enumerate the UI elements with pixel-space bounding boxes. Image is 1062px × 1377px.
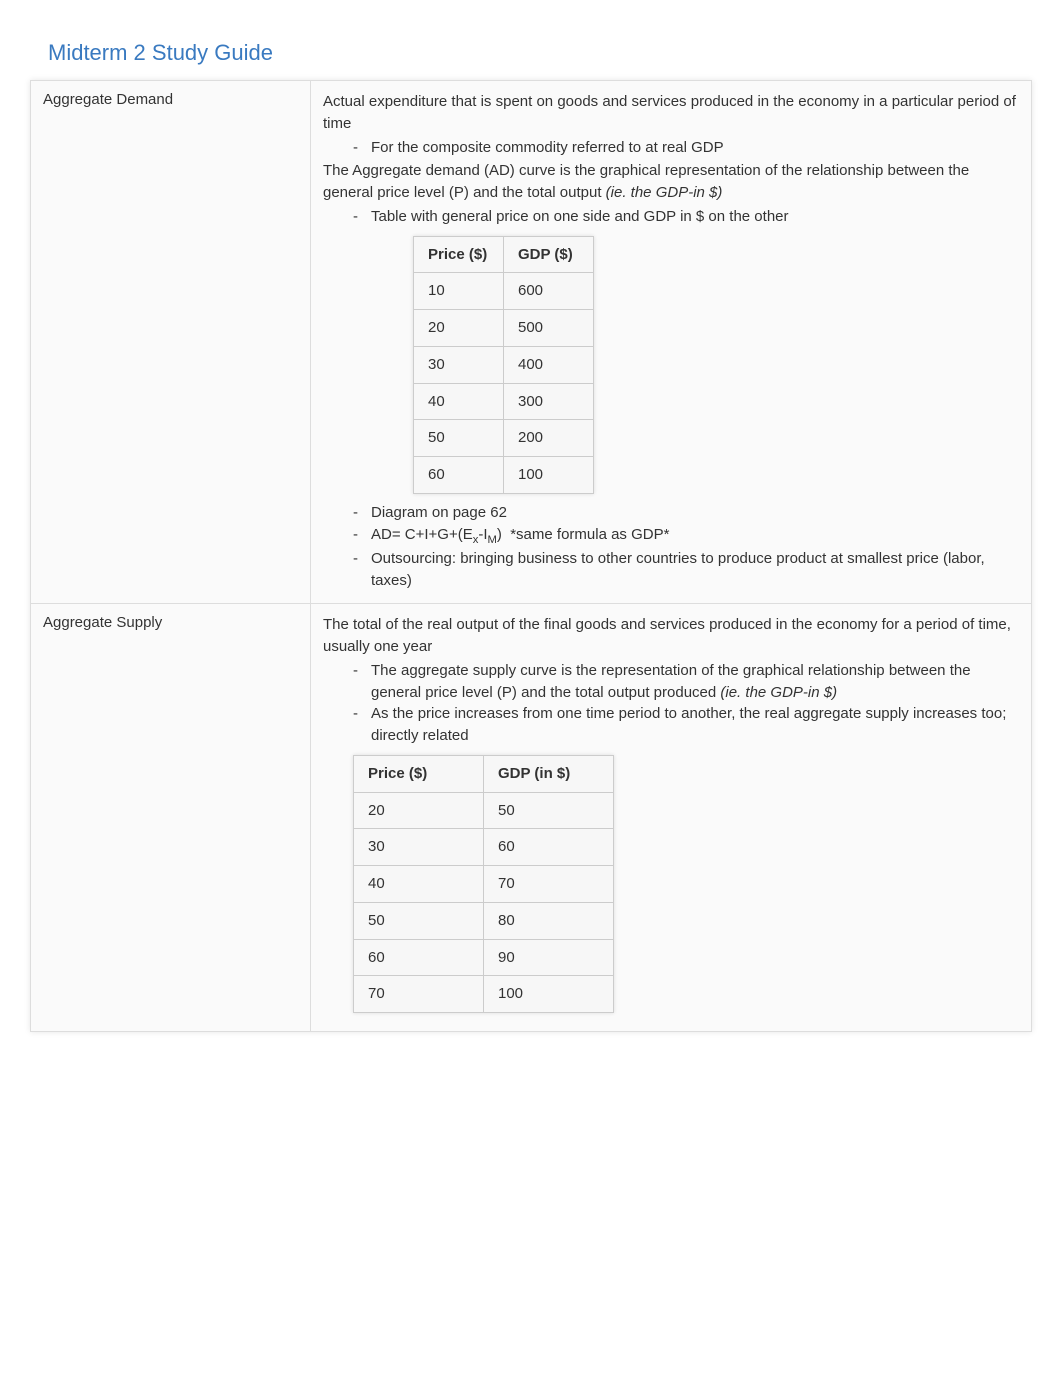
- column-header: GDP ($): [504, 236, 594, 273]
- table-row: 20500: [414, 310, 594, 347]
- table-row: 6090: [354, 939, 614, 976]
- price-gdp-table: Price ($) GDP ($) 10600 20500 30400 4030…: [413, 236, 594, 494]
- list-item: AD= C+I+G+(Ex-IM) *same formula as GDP*: [353, 524, 1019, 548]
- term-cell: Aggregate Supply: [31, 604, 311, 1032]
- table-row: 2050: [354, 792, 614, 829]
- table-row: 5080: [354, 902, 614, 939]
- table-row: 30400: [414, 346, 594, 383]
- list-item: Diagram on page 62: [353, 502, 1019, 524]
- price-gdp-table: Price ($) GDP (in $) 2050 3060 4070 5080…: [353, 755, 614, 1013]
- table-row: 60100: [414, 457, 594, 494]
- list-item: For the composite commodity referred to …: [353, 137, 1019, 159]
- definition-text: Actual expenditure that is spent on good…: [323, 91, 1019, 135]
- bullet-list: Diagram on page 62 AD= C+I+G+(Ex-IM) *sa…: [323, 502, 1019, 592]
- page-title: Midterm 2 Study Guide: [30, 40, 1032, 80]
- definition-cell: The total of the real output of the fina…: [311, 604, 1032, 1032]
- definition-text: The total of the real output of the fina…: [323, 614, 1019, 658]
- column-header: Price ($): [354, 755, 484, 792]
- table-row: Aggregate Supply The total of the real o…: [31, 604, 1032, 1032]
- list-item: Outsourcing: bringing business to other …: [353, 548, 1019, 592]
- definition-text: The Aggregate demand (AD) curve is the g…: [323, 160, 1019, 204]
- study-guide-table: Aggregate Demand Actual expenditure that…: [30, 80, 1032, 1032]
- list-item: Table with general price on one side and…: [353, 206, 1019, 228]
- bullet-list: The aggregate supply curve is the repres…: [323, 660, 1019, 747]
- table-row: 70100: [354, 976, 614, 1013]
- list-item: As the price increases from one time per…: [353, 703, 1019, 747]
- table-row: 50200: [414, 420, 594, 457]
- column-header: Price ($): [414, 236, 504, 273]
- table-row: 40300: [414, 383, 594, 420]
- list-item: The aggregate supply curve is the repres…: [353, 660, 1019, 704]
- bullet-list: Table with general price on one side and…: [323, 206, 1019, 228]
- table-row: 4070: [354, 866, 614, 903]
- definition-cell: Actual expenditure that is spent on good…: [311, 81, 1032, 604]
- bullet-list: For the composite commodity referred to …: [323, 137, 1019, 159]
- table-row: 10600: [414, 273, 594, 310]
- term-cell: Aggregate Demand: [31, 81, 311, 604]
- column-header: GDP (in $): [484, 755, 614, 792]
- table-row: 3060: [354, 829, 614, 866]
- table-row: Aggregate Demand Actual expenditure that…: [31, 81, 1032, 604]
